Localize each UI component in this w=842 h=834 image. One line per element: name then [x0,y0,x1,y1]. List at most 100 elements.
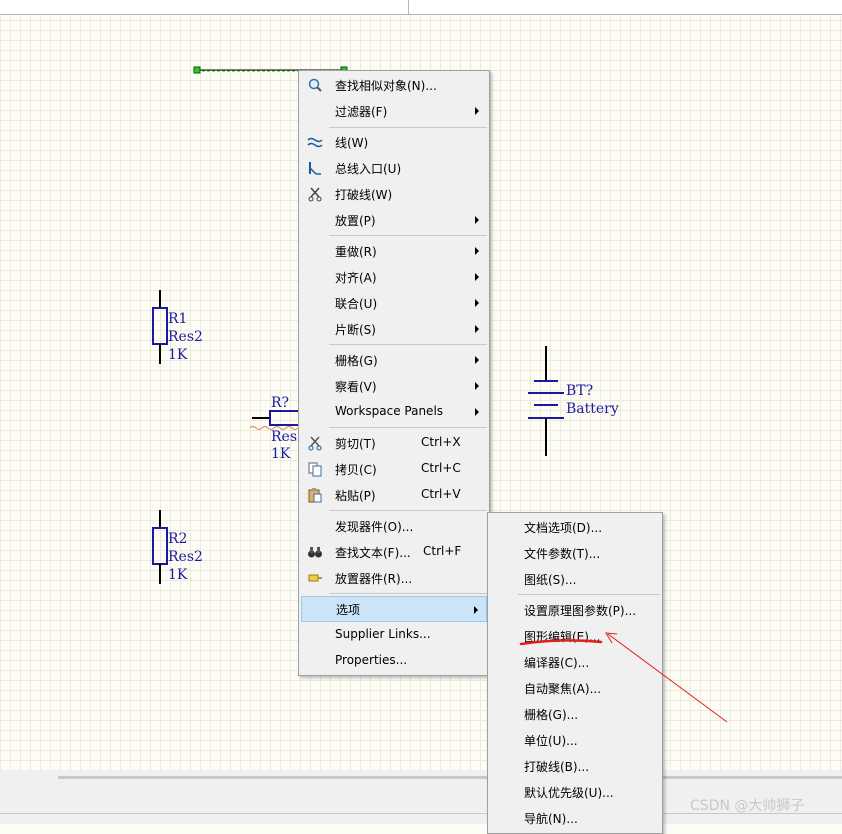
menu-label: 对齐(A) [335,271,377,285]
menu-find-similar[interactable]: 查找相似对象(N)... [301,72,487,98]
menu-label: 过滤器(F) [335,105,388,119]
menu-label: 单位(U)... [524,734,578,748]
r2-value: 1K [168,567,188,583]
menu-grid[interactable]: 栅格(G) [301,347,487,373]
bt-designator: BT? [566,383,593,399]
menu-align[interactable]: 对齐(A) [301,264,487,290]
bt-comment: Battery [566,401,619,417]
resistor-r2 [152,510,168,584]
rq-value: 1K [271,446,291,462]
menu-shortcut: Ctrl+F [423,544,462,558]
bus-entry-icon [307,160,323,176]
place-part-icon [307,570,323,586]
submenu-schematic-preferences[interactable]: 设置原理图参数(P)... [490,597,660,623]
menu-supplier-links[interactable]: Supplier Links... [301,622,487,648]
submenu-sheet[interactable]: 图纸(S)... [490,566,660,592]
menu-label: 栅格(G)... [524,708,579,722]
menu-label: 导航(N)... [524,812,578,826]
menu-label: 文档选项(D)... [524,521,603,535]
menu-filter[interactable]: 过滤器(F) [301,98,487,124]
menu-label: 自动聚焦(A)... [524,682,602,696]
horizontal-scrollbar[interactable] [58,776,842,779]
menu-label: 剪切(T) [335,437,376,451]
menu-label: 线(W) [335,136,369,150]
menu-label: 重做(R) [335,245,377,259]
menu-paste[interactable]: 粘贴(P) Ctrl+V [301,482,487,508]
context-menu: 查找相似对象(N)... 过滤器(F) 线(W) 总线入口(U) 打破线(W) … [298,70,490,676]
r2-designator: R2 [168,531,187,547]
menu-workspace-panels[interactable]: Workspace Panels [301,399,487,425]
watermark: CSDN @大帅狮子 [690,798,805,814]
menu-label: 编译器(C)... [524,656,590,670]
cut-icon [307,435,323,451]
submenu-grids[interactable]: 栅格(G)... [490,701,660,727]
menu-label: 栅格(G) [335,354,378,368]
menu-label: 拷贝(C) [335,463,377,477]
menu-label: 联合(U) [335,297,378,311]
submenu-arrow-icon [474,606,478,614]
menu-label: Properties... [335,653,408,667]
menu-label: 文件参数(T)... [524,547,601,561]
r2-comment: Res2 [168,549,203,565]
menu-wire[interactable]: 线(W) [301,129,487,155]
menu-label: 图纸(S)... [524,573,577,587]
menu-label: 查找相似对象(N)... [335,79,437,93]
submenu-break-wire[interactable]: 打破线(B)... [490,753,660,779]
menu-label: Supplier Links... [335,627,431,641]
menu-options[interactable]: 选项 [301,596,487,622]
menu-place[interactable]: 放置(P) [301,207,487,233]
search-icon [307,77,323,93]
submenu-autofocus[interactable]: 自动聚焦(A)... [490,675,660,701]
copy-icon [307,461,323,477]
menu-find-text[interactable]: 查找文本(F)... Ctrl+F [301,539,487,565]
submenu-units[interactable]: 单位(U)... [490,727,660,753]
wire-handle-left [193,66,201,74]
menu-union[interactable]: 联合(U) [301,290,487,316]
menu-label: 放置(P) [335,214,376,228]
submenu-arrow-icon [475,216,479,224]
menu-label: 发现器件(O)... [335,520,414,534]
submenu-arrow-icon [475,325,479,333]
options-submenu: 文档选项(D)... 文件参数(T)... 图纸(S)... 设置原理图参数(P… [487,512,663,834]
submenu-arrow-icon [475,299,479,307]
menu-label: 放置器件(R)... [335,572,413,586]
scissors-icon [307,186,323,202]
menu-redo[interactable]: 重做(R) [301,238,487,264]
menu-bus-entry[interactable]: 总线入口(U) [301,155,487,181]
submenu-document-options[interactable]: 文档选项(D)... [490,514,660,540]
menu-copy[interactable]: 拷贝(C) Ctrl+C [301,456,487,482]
r1-designator: R1 [168,311,187,327]
r1-value: 1K [168,347,188,363]
menu-cut[interactable]: 剪切(T) Ctrl+X [301,430,487,456]
submenu-arrow-icon [475,356,479,364]
binoculars-icon [307,544,323,560]
submenu-arrow-icon [475,247,479,255]
menu-shortcut: Ctrl+V [421,487,461,501]
menu-label: 查找文本(F)... [335,546,411,560]
submenu-navigation[interactable]: 导航(N)... [490,805,660,831]
menu-label: 察看(V) [335,380,377,394]
submenu-compiler[interactable]: 编译器(C)... [490,649,660,675]
menu-discover-parts[interactable]: 发现器件(O)... [301,513,487,539]
menu-label: 图形编辑(E)... [524,630,601,644]
submenu-arrow-icon [475,408,479,416]
menu-place-part[interactable]: 放置器件(R)... [301,565,487,591]
menu-label: 设置原理图参数(P)... [524,604,637,618]
menu-label: 片断(S) [335,323,376,337]
menu-label: 默认优先级(U)... [524,786,614,800]
rq-designator: R? [271,395,289,411]
menu-shortcut: Ctrl+X [421,435,461,449]
submenu-document-parameters[interactable]: 文件参数(T)... [490,540,660,566]
menu-view[interactable]: 察看(V) [301,373,487,399]
wire-icon [307,134,323,150]
submenu-default-primitives[interactable]: 默认优先级(U)... [490,779,660,805]
menu-properties[interactable]: Properties... [301,648,487,674]
paste-icon [307,487,323,503]
menu-label: 打破线(B)... [524,760,590,774]
resistor-r-unassigned [249,410,301,430]
menu-snippets[interactable]: 片断(S) [301,316,487,342]
menu-label: 打破线(W) [335,188,393,202]
submenu-graphical-editing[interactable]: 图形编辑(E)... [490,623,660,649]
menu-label: 总线入口(U) [335,162,402,176]
menu-break-wire[interactable]: 打破线(W) [301,181,487,207]
